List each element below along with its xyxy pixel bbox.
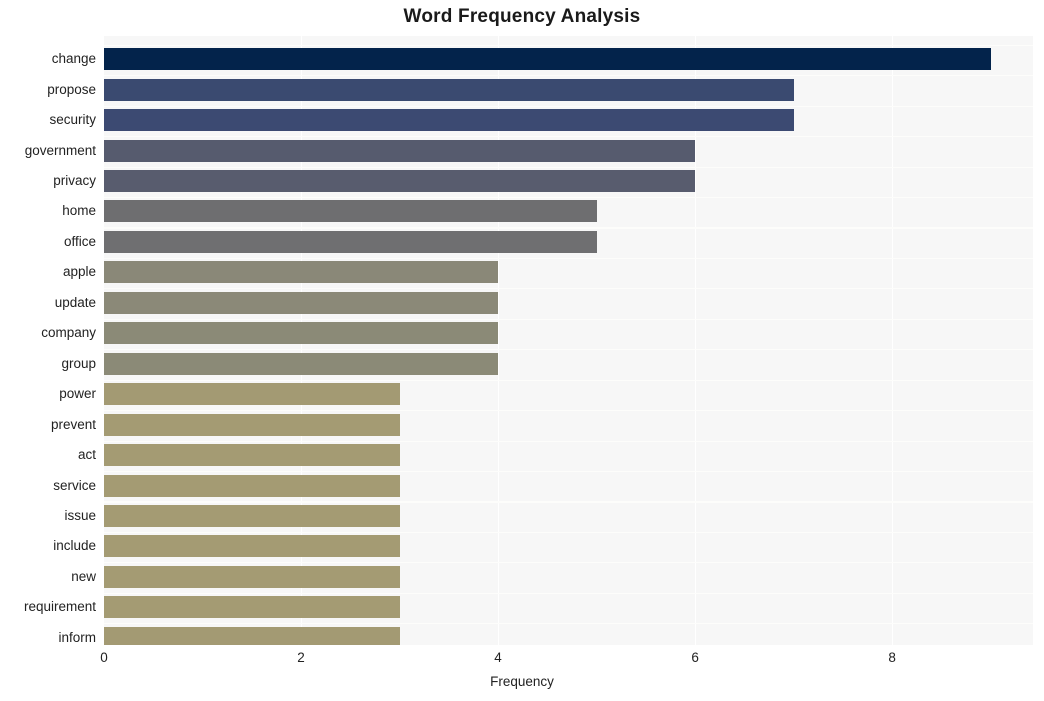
x-tick-label-4: 4: [494, 650, 502, 665]
bar-government[interactable]: [104, 139, 696, 162]
row-separator: [104, 531, 1033, 534]
bar-update[interactable]: [104, 291, 499, 314]
row-separator: [104, 318, 1033, 320]
page-title: Word Frequency Analysis: [403, 6, 641, 27]
y-tick-label-inform: inform: [58, 629, 96, 645]
y-tick-label-company: company: [41, 325, 96, 341]
row-separator: [104, 44, 1033, 46]
row-separator: [104, 136, 1033, 138]
x-axis-tick-labels: 0 2 4 6 8: [0, 650, 1044, 672]
y-tick-label-act: act: [77, 447, 96, 463]
row-separator: [104, 592, 1033, 594]
y-tick-label-update: update: [54, 294, 96, 310]
bar-propose[interactable]: [104, 78, 794, 101]
bar-requirement[interactable]: [104, 596, 400, 619]
word-frequency-chart: Word Frequency Analysis change propose sec…: [0, 0, 1044, 701]
y-tick-label-privacy: privacy: [53, 173, 96, 189]
plot-area: [104, 36, 1033, 645]
y-tick-label-security: security: [49, 112, 96, 128]
y-tick-label-include: include: [53, 538, 96, 554]
row-separator: [104, 227, 1033, 229]
y-tick-label-group: group: [61, 355, 96, 371]
bar-home[interactable]: [104, 200, 597, 223]
row-separator: [104, 75, 1033, 77]
row-separator: [104, 166, 1033, 168]
x-tick-label-8: 8: [888, 650, 896, 665]
row-separator: [104, 379, 1033, 381]
y-tick-label-service: service: [53, 477, 96, 493]
bar-act[interactable]: [104, 444, 400, 467]
x-tick-label-2: 2: [297, 650, 305, 665]
row-separator: [104, 349, 1033, 351]
bar-apple[interactable]: [104, 261, 499, 284]
row-separator: [104, 288, 1033, 290]
bar-new[interactable]: [104, 565, 400, 588]
y-tick-label-issue: issue: [64, 507, 96, 523]
row-separator: [104, 471, 1033, 473]
row-separator: [104, 562, 1033, 564]
bar-issue[interactable]: [104, 504, 400, 527]
row-separator: [104, 410, 1033, 412]
bar-office[interactable]: [104, 230, 597, 253]
y-tick-label-apple: apple: [62, 264, 96, 280]
row-separator: [104, 196, 1033, 199]
bar-include[interactable]: [104, 535, 400, 558]
row-separator: [104, 623, 1033, 625]
y-tick-label-home: home: [62, 203, 96, 219]
y-tick-label-change: change: [51, 51, 96, 67]
bar-power[interactable]: [104, 383, 400, 406]
bar-service[interactable]: [104, 474, 400, 497]
bar-inform[interactable]: [104, 626, 400, 645]
x-tick-label-0: 0: [100, 650, 108, 665]
x-axis-title: Frequency: [490, 674, 554, 689]
y-tick-label-new: new: [71, 568, 96, 584]
row-separator: [104, 257, 1033, 259]
bar-privacy[interactable]: [104, 170, 696, 193]
bar-change[interactable]: [104, 48, 991, 71]
bar-company[interactable]: [104, 322, 499, 345]
y-tick-label-government: government: [24, 142, 96, 158]
y-tick-label-propose: propose: [47, 81, 96, 97]
gridline-x-8: [892, 36, 894, 645]
y-axis-tick-labels: change propose security government privacy ho…: [0, 36, 96, 645]
y-tick-label-requirement: requirement: [23, 599, 96, 615]
row-separator: [104, 105, 1033, 107]
row-separator: [104, 440, 1033, 442]
bar-group[interactable]: [104, 352, 499, 375]
y-tick-label-prevent: prevent: [50, 416, 96, 432]
bar-security[interactable]: [104, 109, 794, 132]
y-tick-label-office: office: [63, 233, 96, 249]
row-separator: [104, 501, 1033, 503]
bar-prevent[interactable]: [104, 413, 400, 436]
x-tick-label-6: 6: [691, 650, 699, 665]
y-tick-label-power: power: [59, 386, 96, 402]
